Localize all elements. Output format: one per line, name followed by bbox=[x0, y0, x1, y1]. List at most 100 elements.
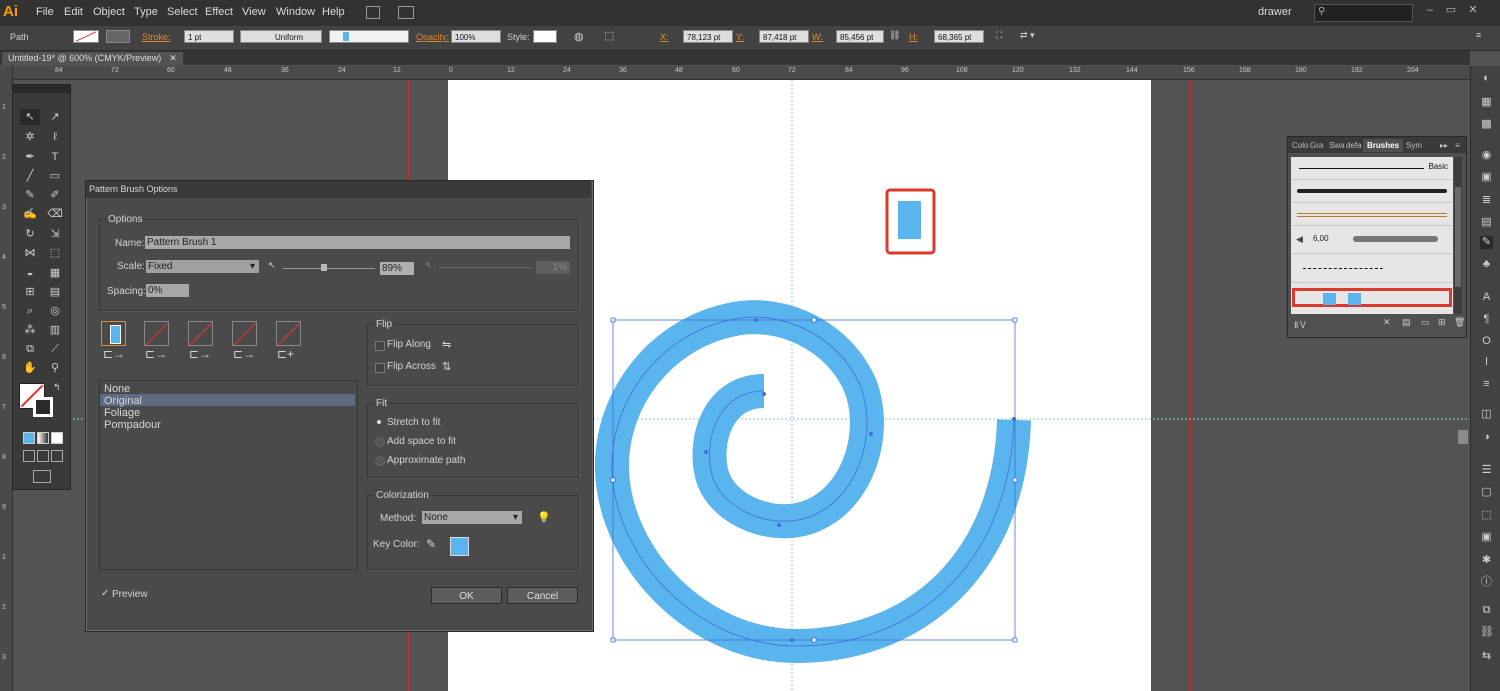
color-panel-icon[interactable]: ◐ bbox=[1480, 72, 1493, 85]
tab-swatches[interactable]: Swa bbox=[1329, 139, 1345, 152]
pattern-brush-item-selected[interactable] bbox=[1292, 288, 1452, 307]
lasso-tool-icon[interactable]: ℓ bbox=[45, 129, 65, 145]
paintbrush-tool-icon[interactable]: ✎ bbox=[20, 187, 40, 203]
brush-item[interactable] bbox=[1291, 203, 1453, 226]
column-graph-tool-icon[interactable]: ▥ bbox=[45, 322, 65, 338]
options-of-selected-object-icon[interactable]: ▭ bbox=[1421, 317, 1430, 328]
outer-corner-tile-button[interactable] bbox=[144, 321, 169, 346]
preview-check-icon[interactable]: ✓ bbox=[101, 588, 109, 599]
scale-mode-dropdown[interactable]: Fixed ▾ bbox=[146, 260, 259, 273]
flip-along-checkbox[interactable] bbox=[375, 341, 385, 351]
artboard-tool-icon[interactable]: ⧉ bbox=[20, 341, 40, 357]
brush-options-icon[interactable]: ▤ bbox=[1402, 317, 1411, 328]
tab-brushes[interactable]: Brushes bbox=[1363, 139, 1404, 152]
blob-brush-tool-icon[interactable]: ✍ bbox=[20, 206, 40, 222]
slice-tool-icon[interactable]: ⟋ bbox=[45, 341, 65, 357]
scale-value-field[interactable]: 89% bbox=[380, 262, 414, 275]
appearance-icon[interactable]: ◉ bbox=[1480, 149, 1493, 162]
screen-mode-icon[interactable] bbox=[33, 470, 51, 483]
eyedropper-icon[interactable]: ✎ bbox=[426, 537, 436, 551]
magic-wand-tool-icon[interactable]: ✲ bbox=[20, 129, 40, 145]
shape-builder-tool-icon[interactable]: ◒ bbox=[20, 265, 40, 281]
layers-icon[interactable]: ≣ bbox=[1480, 194, 1493, 207]
color-mode-icon[interactable] bbox=[23, 432, 35, 444]
scale-tool-icon[interactable]: ⇲ bbox=[45, 226, 65, 242]
start-tile-button[interactable] bbox=[232, 321, 257, 346]
perspective-grid-tool-icon[interactable]: ▦ bbox=[45, 265, 65, 281]
brush-item[interactable] bbox=[1291, 254, 1453, 283]
draw-inside-icon[interactable] bbox=[51, 450, 63, 462]
draw-normal-icon[interactable] bbox=[23, 450, 35, 462]
symbol-sprayer-tool-icon[interactable]: ⁂ bbox=[20, 322, 40, 338]
key-color-swatch[interactable] bbox=[450, 537, 469, 556]
rotate-tool-icon[interactable]: ↻ bbox=[20, 226, 40, 242]
hand-tool-icon[interactable]: ✋ bbox=[20, 360, 40, 376]
paragraph-icon[interactable]: ¶ bbox=[1480, 313, 1493, 326]
tab-color[interactable]: Colo bbox=[1292, 139, 1308, 152]
brush-libraries-icon[interactable]: ⅡＶ bbox=[1294, 318, 1307, 331]
rectangle-tool-icon[interactable]: ▭ bbox=[45, 168, 65, 184]
vertical-scroll-thumb[interactable] bbox=[1458, 430, 1468, 444]
tab-defaults[interactable]: defa bbox=[1346, 139, 1362, 152]
line-tool-icon[interactable]: ╱ bbox=[20, 168, 40, 184]
graphic-styles-icon[interactable]: ▣ bbox=[1480, 171, 1493, 184]
brush-item[interactable]: ◀ 6,00 bbox=[1291, 226, 1453, 254]
remove-brush-stroke-icon[interactable]: ✕ bbox=[1383, 317, 1391, 328]
control-menu-icon[interactable]: ≡ bbox=[1476, 30, 1481, 40]
flip-across-checkbox[interactable] bbox=[375, 363, 385, 373]
glyphs-icon[interactable]: ǀ bbox=[1480, 356, 1493, 369]
artboards-icon[interactable]: ▤ bbox=[1480, 216, 1493, 229]
actions-icon[interactable]: ✱ bbox=[1480, 554, 1493, 567]
panel-menu-icon[interactable]: ≡ bbox=[1455, 139, 1460, 152]
scale-slider-track[interactable] bbox=[283, 268, 375, 269]
brushes-panel-icon[interactable]: ✎ bbox=[1480, 236, 1493, 249]
stroke-panel-icon[interactable]: ≡ bbox=[1480, 378, 1493, 391]
eraser-tool-icon[interactable]: ⌫ bbox=[45, 206, 65, 222]
tips-icon[interactable]: 💡 bbox=[537, 511, 551, 524]
approximate-path-radio[interactable] bbox=[375, 456, 385, 466]
mesh-tool-icon[interactable]: ⊞ bbox=[20, 284, 40, 300]
method-dropdown[interactable]: None ▾ bbox=[422, 511, 522, 524]
symbols-icon[interactable]: ♣ bbox=[1480, 258, 1493, 271]
end-tile-button[interactable] bbox=[276, 321, 301, 346]
character-icon[interactable]: A bbox=[1480, 291, 1493, 304]
gradient-panel-icon[interactable]: ◫ bbox=[1480, 408, 1493, 421]
gradient-tool-icon[interactable]: ▤ bbox=[45, 284, 65, 300]
tab-gradient[interactable]: Gra bbox=[1310, 139, 1323, 152]
tile-list-item[interactable]: Foliage bbox=[104, 407, 140, 419]
panel-scrollbar[interactable] bbox=[1454, 157, 1462, 314]
pen-tool-icon[interactable]: ✒ bbox=[20, 149, 40, 165]
panel-expand-icon[interactable]: ▸▸ bbox=[1440, 139, 1448, 152]
opentype-icon[interactable]: O bbox=[1480, 335, 1493, 348]
brush-item[interactable] bbox=[1291, 180, 1453, 203]
width-tool-icon[interactable]: ⋈ bbox=[20, 245, 40, 261]
new-brush-icon[interactable]: ⊞ bbox=[1438, 317, 1446, 328]
tile-list-item[interactable]: Pompadour bbox=[104, 419, 161, 431]
navigator-icon[interactable]: ▣ bbox=[1480, 531, 1493, 544]
scale-slider-thumb[interactable] bbox=[321, 264, 327, 271]
stroke-color-icon[interactable] bbox=[33, 397, 53, 417]
side-tile-button[interactable] bbox=[101, 321, 126, 346]
eyedropper-tool-icon[interactable]: ⌕ bbox=[20, 303, 40, 319]
type-tool-icon[interactable]: T bbox=[45, 149, 65, 165]
color-guide-icon[interactable]: ▦ bbox=[1480, 96, 1493, 109]
inner-corner-tile-button[interactable] bbox=[188, 321, 213, 346]
tools-panel-header[interactable] bbox=[13, 85, 70, 93]
transform-panel-icon[interactable]: ⬚ bbox=[1480, 509, 1493, 522]
pathfinder-icon[interactable]: ▢ bbox=[1480, 486, 1493, 499]
tab-symbols[interactable]: Sym bbox=[1406, 139, 1422, 152]
transparency-icon[interactable]: ◑ bbox=[1480, 431, 1493, 444]
info-icon[interactable]: ⓘ bbox=[1480, 576, 1493, 589]
add-space-to-fit-radio[interactable] bbox=[375, 437, 385, 447]
swap-colors-icon[interactable]: ↰ bbox=[53, 382, 61, 393]
dialog-title[interactable]: Pattern Brush Options bbox=[86, 181, 591, 198]
brush-item[interactable]: Basic bbox=[1291, 157, 1453, 180]
zoom-tool-icon[interactable]: ⚲ bbox=[45, 360, 65, 376]
stretch-to-fit-radio[interactable] bbox=[377, 420, 381, 424]
delete-brush-icon[interactable]: 🗑 bbox=[1454, 317, 1465, 328]
blend-tool-icon[interactable]: ◎ bbox=[45, 303, 65, 319]
direct-selection-tool-icon[interactable]: ↗ bbox=[45, 109, 65, 125]
spacing-field[interactable]: 0% bbox=[146, 284, 189, 297]
document-info-icon[interactable]: ⛓ bbox=[1480, 626, 1494, 639]
selection-tool-icon[interactable]: ↖ bbox=[20, 109, 40, 125]
